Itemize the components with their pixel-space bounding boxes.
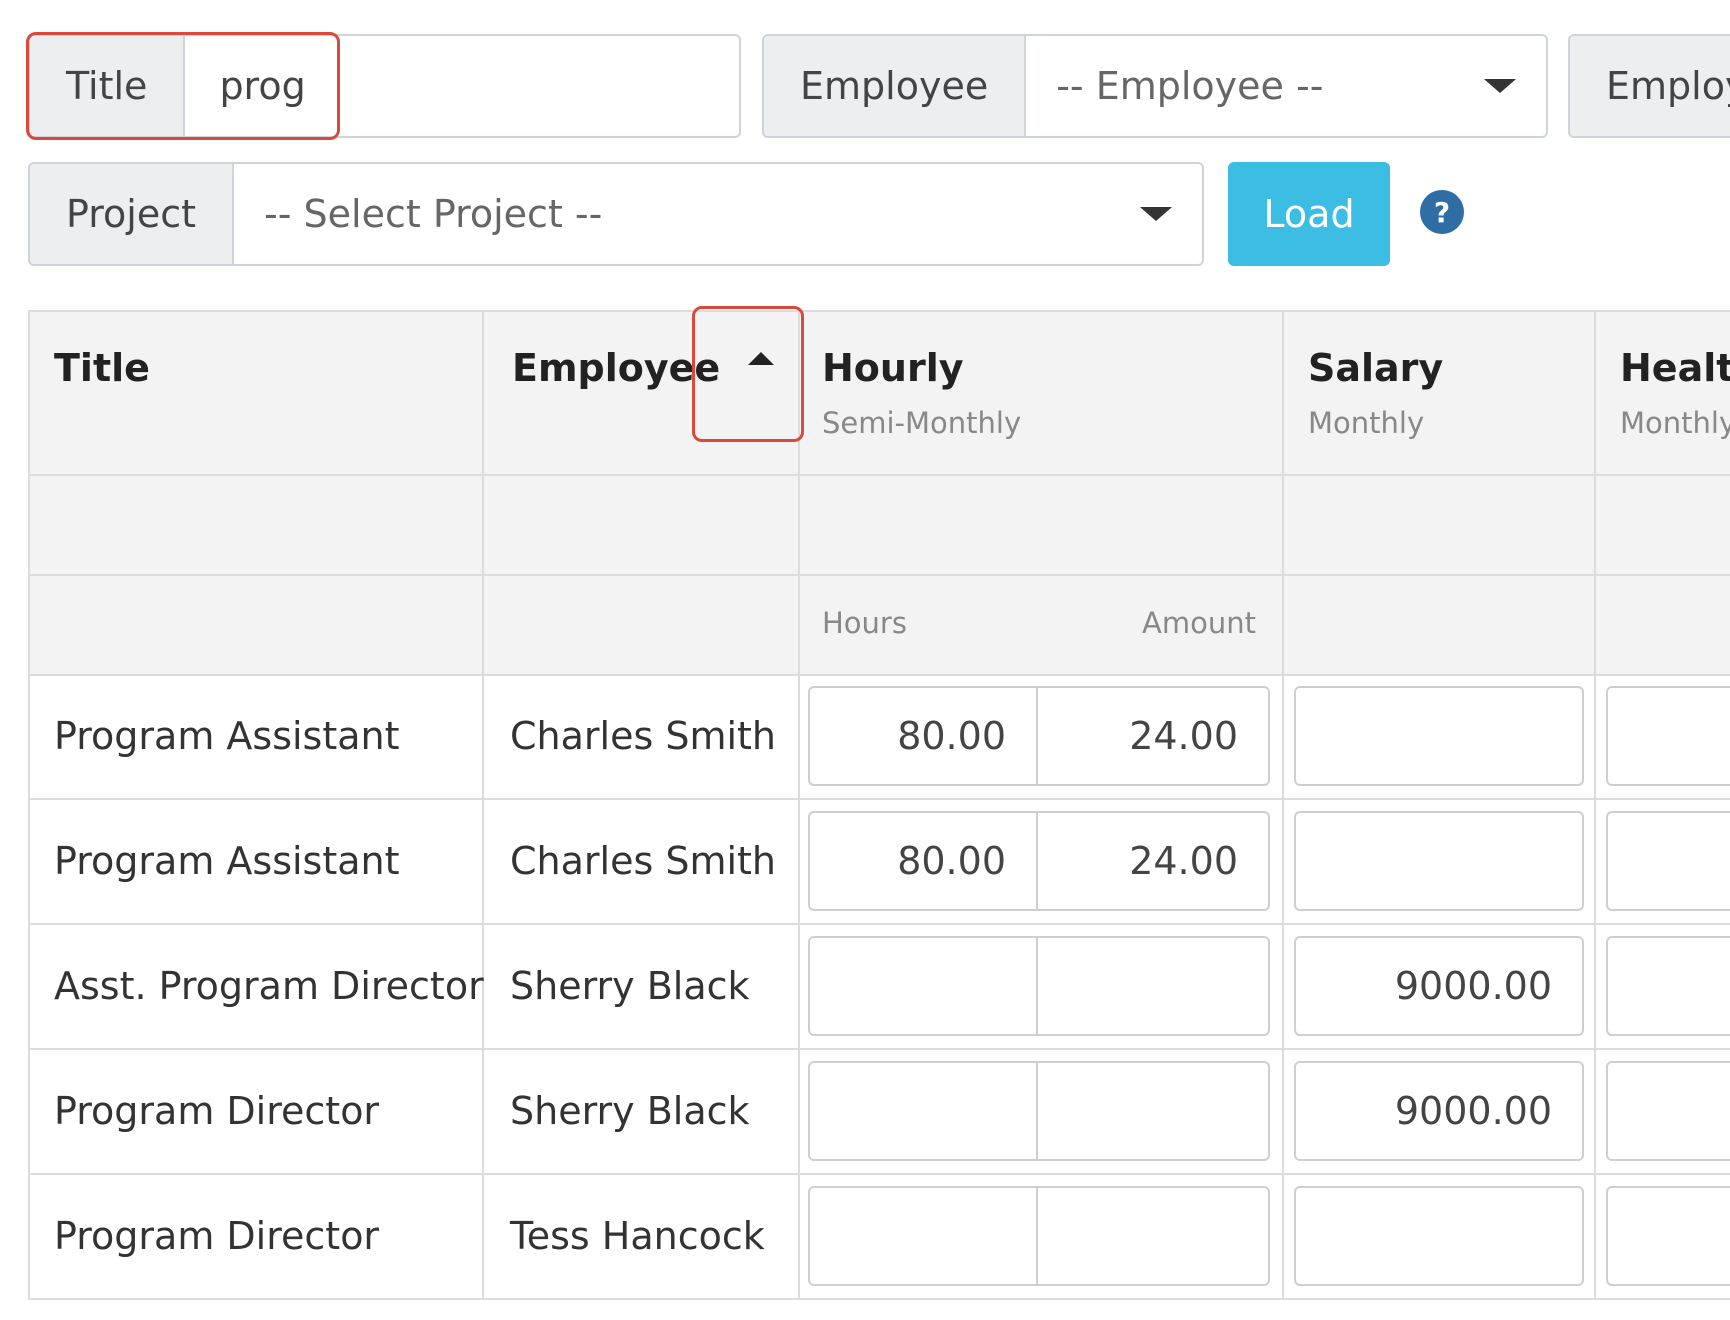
column-header-employee[interactable]: Employee: [512, 346, 720, 390]
table-row-employee: Charles Smith: [510, 714, 777, 758]
column-header-salary: Salary: [1308, 346, 1444, 390]
project-filter-label: Project: [30, 164, 235, 264]
column-subtitle-hourly: Semi-Monthly: [822, 406, 1022, 440]
load-button[interactable]: Load: [1228, 162, 1390, 266]
amount-input[interactable]: [1038, 1186, 1270, 1286]
salary-input[interactable]: [1294, 686, 1584, 786]
employee-select[interactable]: -- Employee --: [1026, 36, 1546, 136]
hours-input[interactable]: 80.00: [808, 686, 1038, 786]
health-input[interactable]: [1606, 686, 1730, 786]
table-row-employee: Tess Hancock: [510, 1214, 765, 1258]
table-row-title: Program Director: [54, 1089, 380, 1133]
employee-type-filter-label: Employo: [1570, 36, 1730, 136]
project-select[interactable]: -- Select Project --: [234, 164, 1202, 264]
column-subtitle-salary: Monthly: [1308, 406, 1425, 440]
table-row-employee: Sherry Black: [510, 1089, 750, 1133]
employee-filter-group: Employee -- Employee --: [762, 34, 1548, 138]
employee-select-value: -- Employee --: [1056, 64, 1324, 108]
health-input[interactable]: [1606, 1061, 1730, 1161]
subheader-amount: Amount: [1142, 606, 1256, 640]
table-row-employee: Charles Smith: [510, 839, 777, 883]
salary-input[interactable]: [1294, 811, 1584, 911]
column-header-hourly: Hourly: [822, 346, 964, 390]
employee-type-filter-group: Employo: [1568, 34, 1730, 138]
chevron-down-icon: [1140, 207, 1172, 221]
sort-ascending-icon[interactable]: [748, 352, 774, 365]
salary-input[interactable]: 9000.00: [1294, 1061, 1584, 1161]
help-icon[interactable]: ?: [1420, 190, 1464, 234]
column-subtitle-health: Monthly: [1620, 406, 1730, 440]
amount-input[interactable]: 24.00: [1038, 686, 1270, 786]
column-header-health: Healtl: [1620, 346, 1730, 390]
chevron-down-icon: [1484, 79, 1516, 93]
table-row-title: Program Assistant: [54, 714, 400, 758]
payroll-table: Title Employee Hourly Semi-Monthly Salar…: [28, 310, 1730, 1300]
hours-input[interactable]: [808, 1061, 1038, 1161]
subheader-hours: Hours: [822, 606, 907, 640]
health-input[interactable]: [1606, 1186, 1730, 1286]
table-row-title: Program Assistant: [54, 839, 400, 883]
table-row-title: Program Director: [54, 1214, 380, 1258]
hours-input[interactable]: [808, 936, 1038, 1036]
employee-filter-label: Employee: [764, 36, 1027, 136]
health-input[interactable]: [1606, 811, 1730, 911]
title-filter-label: Title: [30, 36, 186, 136]
hours-input[interactable]: 80.00: [808, 811, 1038, 911]
amount-input[interactable]: 24.00: [1038, 811, 1270, 911]
salary-input[interactable]: [1294, 1186, 1584, 1286]
project-filter-group: Project -- Select Project --: [28, 162, 1204, 266]
project-select-value: -- Select Project --: [264, 192, 603, 236]
amount-input[interactable]: [1038, 936, 1270, 1036]
health-input[interactable]: [1606, 936, 1730, 1036]
amount-input[interactable]: [1038, 1061, 1270, 1161]
title-filter-group: Title prog: [28, 34, 741, 138]
column-header-title[interactable]: Title: [54, 346, 150, 390]
table-row-employee: Sherry Black: [510, 964, 750, 1008]
title-filter-input[interactable]: prog: [185, 36, 739, 136]
hours-input[interactable]: [808, 1186, 1038, 1286]
table-row-title: Asst. Program Director: [54, 964, 484, 1008]
salary-input[interactable]: 9000.00: [1294, 936, 1584, 1036]
